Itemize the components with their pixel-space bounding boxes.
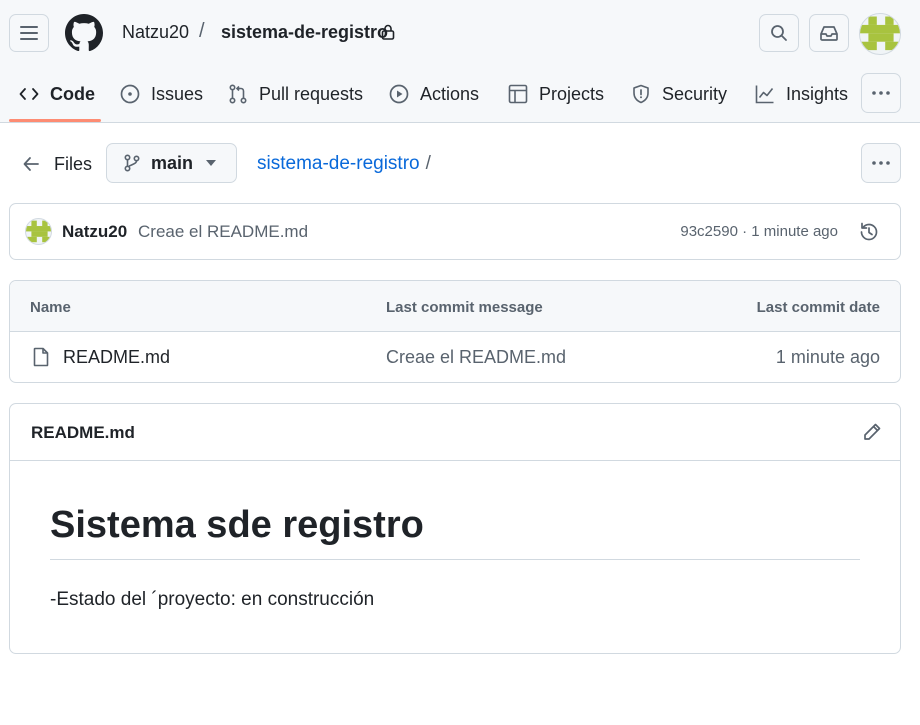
tab-projects[interactable]: Projects (507, 78, 604, 110)
active-tab-indicator (9, 119, 101, 122)
graph-icon (754, 83, 776, 105)
readme-title[interactable]: README.md (31, 423, 135, 443)
files-toggle[interactable]: Files (22, 152, 92, 176)
inbox-button[interactable] (809, 14, 849, 52)
tab-security[interactable]: Security (630, 78, 727, 110)
latest-commit-box: Natzu20 Creae el README.md 93c2590 · 1 m… (9, 203, 901, 260)
inbox-icon (820, 26, 838, 41)
table-header: Name Last commit message Last commit dat… (10, 281, 900, 332)
kebab-horizontal-icon (872, 161, 890, 165)
search-icon (771, 25, 787, 41)
history-icon[interactable] (858, 221, 880, 243)
column-last-commit-date: Last commit date (756, 299, 880, 316)
menu-button[interactable] (9, 14, 49, 52)
tab-label: Code (50, 83, 95, 104)
branch-selector[interactable]: main (106, 143, 237, 183)
file-icon (33, 347, 49, 367)
file-commit-date: 1 minute ago (775, 347, 880, 367)
breadcrumb-repo-link[interactable]: sistema-de-registro (257, 153, 420, 174)
identicon-icon (26, 220, 51, 243)
search-button[interactable] (759, 14, 799, 52)
kebab-horizontal-icon (872, 91, 890, 95)
tab-label: Security (662, 83, 728, 104)
play-icon (388, 83, 410, 105)
repo-name-link[interactable]: sistema-de-registro (221, 22, 388, 43)
code-icon (18, 83, 40, 105)
repo-header: Natzu20 / sistema-de-registro Code Issue… (0, 0, 920, 123)
tab-insights[interactable]: Insights (754, 78, 848, 110)
commit-sha-time[interactable]: 93c2590 · 1 minute ago (680, 223, 838, 240)
github-logo-icon[interactable] (65, 14, 103, 52)
commit-author-link[interactable]: Natzu20 (62, 222, 127, 242)
tab-label: Actions (420, 83, 480, 104)
tab-label: Projects (539, 83, 605, 104)
repo-owner-link[interactable]: Natzu20 (122, 22, 189, 43)
tab-label: Insights (786, 83, 849, 104)
readme-header: README.md (10, 404, 900, 461)
more-tabs-button[interactable] (861, 73, 901, 113)
readme-panel: README.md Sistema sde registro -Estado d… (9, 403, 901, 654)
pencil-icon[interactable] (862, 422, 882, 442)
column-last-commit-message: Last commit message (386, 299, 543, 316)
readme-heading: Sistema sde registro (50, 504, 860, 560)
tab-label: Pull requests (259, 83, 364, 104)
git-pull-request-icon (227, 83, 249, 105)
branch-name: main (151, 152, 194, 173)
shield-icon (630, 83, 652, 105)
lock-icon (381, 24, 395, 40)
user-avatar[interactable] (859, 13, 901, 55)
hamburger-icon (20, 26, 38, 40)
arrow-left-icon (23, 157, 39, 171)
file-commit-message-link[interactable]: Creae el README.md (386, 347, 566, 368)
triangle-down-icon (206, 160, 216, 166)
identicon-icon (860, 16, 900, 51)
readme-paragraph: -Estado del ´proyecto: en construcción (50, 589, 375, 610)
files-label: Files (54, 153, 93, 174)
issue-opened-icon (119, 83, 141, 105)
tab-label: Issues (151, 83, 204, 104)
table-icon (507, 83, 529, 105)
tab-pull-requests[interactable]: Pull requests (227, 78, 363, 110)
breadcrumb: sistema-de-registro / (257, 153, 431, 175)
tab-issues[interactable]: Issues (119, 78, 203, 110)
file-name-link[interactable]: README.md (63, 347, 170, 368)
git-branch-icon (124, 154, 140, 172)
commit-message-link[interactable]: Creae el README.md (138, 222, 308, 242)
tab-actions[interactable]: Actions (388, 78, 479, 110)
tab-code[interactable]: Code (18, 78, 95, 110)
file-table: Name Last commit message Last commit dat… (9, 280, 901, 383)
column-name: Name (30, 299, 71, 316)
more-options-button[interactable] (861, 143, 901, 183)
commit-author-avatar[interactable] (25, 218, 52, 245)
breadcrumb-separator: / (425, 153, 431, 174)
path-separator: / (199, 20, 205, 42)
table-row[interactable]: README.md Creae el README.md 1 minute ag… (10, 332, 900, 382)
